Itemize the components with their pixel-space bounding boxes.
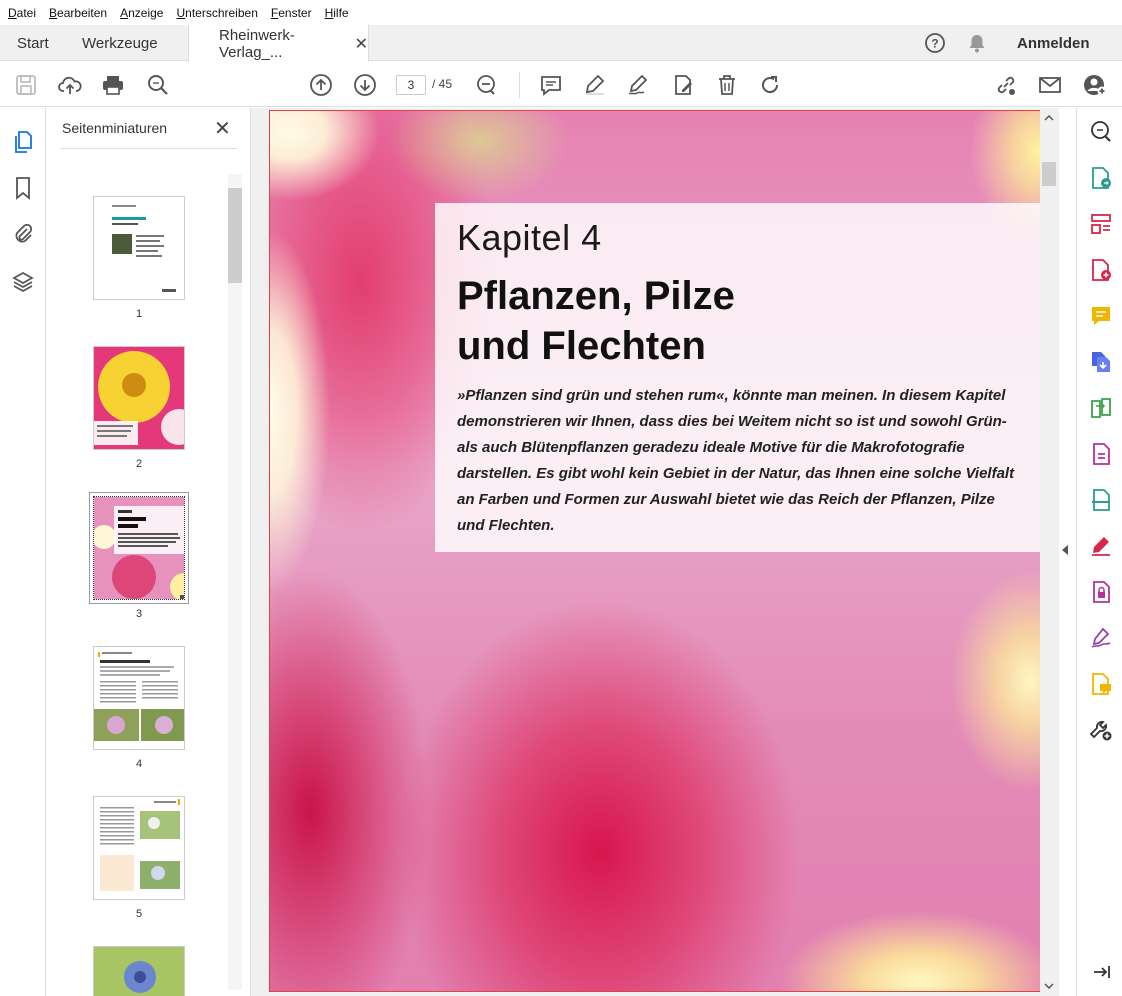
- left-nav-rail: [0, 108, 46, 996]
- layers-icon[interactable]: [11, 270, 35, 294]
- help-icon[interactable]: ?: [924, 25, 946, 61]
- document-viewer: Kapitel 4 Pflanzen, Pilze und Flechten »…: [251, 108, 1059, 996]
- thumbnail-page-1[interactable]: [93, 196, 185, 300]
- page-number-input[interactable]: 3: [396, 75, 426, 95]
- menu-datei[interactable]: Datei: [8, 6, 36, 20]
- rotate-icon[interactable]: [757, 72, 783, 98]
- thumbnail-page-6[interactable]: [93, 946, 185, 996]
- chapter-title-line-1: Pflanzen, Pilze: [457, 274, 735, 318]
- send-for-signature-icon[interactable]: [1089, 626, 1113, 650]
- menu-unterschreiben[interactable]: Unterschreiben: [176, 6, 257, 20]
- tab-bar: Start Werkzeuge Rheinwerk-Verlag_... ✕ ?…: [0, 25, 1122, 62]
- tab-tools-label: Werkzeuge: [82, 34, 158, 52]
- thumbnail-page-5[interactable]: [93, 796, 185, 900]
- thumbnails-scrollbar[interactable]: [228, 174, 242, 990]
- thumbnail-label-2: 2: [135, 458, 143, 470]
- chapter-title: Pflanzen, Pilze und Flechten: [457, 271, 1020, 371]
- thumbnail-page-3[interactable]: [89, 492, 189, 604]
- pdf-page: Kapitel 4 Pflanzen, Pilze und Flechten »…: [269, 110, 1041, 992]
- sign-pen-icon[interactable]: [625, 72, 651, 98]
- send-for-comments-icon[interactable]: [1089, 672, 1113, 696]
- chapter-number: Kapitel 4: [457, 217, 602, 258]
- comment-icon[interactable]: [538, 72, 564, 98]
- more-tools-icon[interactable]: [1089, 718, 1113, 742]
- tab-document[interactable]: Rheinwerk-Verlag_... ✕: [188, 25, 369, 62]
- chapter-intro: »Pflanzen sind grün und stehen rum«, kön…: [457, 387, 1015, 534]
- menu-fenster[interactable]: Fenster: [271, 6, 312, 20]
- tab-document-label: Rheinwerk-Verlag_...: [219, 26, 295, 61]
- thumbnails-title: Seitenminiaturen: [62, 120, 168, 136]
- highlight-icon[interactable]: [582, 72, 608, 98]
- toolbar-divider: [519, 72, 520, 98]
- protect-pdf-icon[interactable]: [1089, 580, 1113, 604]
- comment-tool-icon[interactable]: [1089, 304, 1113, 328]
- bookmarks-icon[interactable]: [11, 176, 35, 200]
- next-page-icon[interactable]: [352, 72, 378, 98]
- collapse-tools-icon[interactable]: [1089, 960, 1113, 984]
- thumbnails-panel: Seitenminiaturen ✕ 1 2 3 4 5: [46, 108, 251, 996]
- chapter-title-line-2: und Flechten: [457, 324, 706, 368]
- menu-anzeige[interactable]: Anzeige: [120, 6, 163, 20]
- tab-start-label: Start: [17, 34, 49, 52]
- add-user-icon[interactable]: [1082, 72, 1108, 98]
- expand-right-panel-icon[interactable]: [1062, 545, 1068, 555]
- document-scrollbar[interactable]: [1040, 108, 1058, 996]
- thumbnail-page-4[interactable]: [93, 646, 185, 750]
- page-thumbnails-icon[interactable]: [11, 130, 35, 154]
- delete-icon[interactable]: [714, 72, 740, 98]
- zoom-search-icon[interactable]: [1089, 120, 1113, 144]
- thumbnail-label-4: 4: [135, 758, 143, 770]
- previous-page-icon[interactable]: [308, 72, 334, 98]
- page-count: / 45: [432, 77, 453, 91]
- thumbnails-scroll-thumb[interactable]: [228, 188, 242, 283]
- share-link-icon[interactable]: [993, 72, 1019, 98]
- close-tab-icon[interactable]: ✕: [355, 34, 368, 54]
- tab-start[interactable]: Start: [17, 25, 49, 61]
- tools-rail: [1076, 108, 1122, 996]
- email-icon[interactable]: [1037, 72, 1063, 98]
- edit-pdf-icon[interactable]: [1089, 442, 1113, 466]
- zoom-icon[interactable]: [473, 72, 499, 98]
- cloud-upload-icon[interactable]: [57, 72, 83, 98]
- signin-button[interactable]: Anmelden: [1017, 25, 1090, 61]
- scan-ocr-icon[interactable]: [1089, 488, 1113, 512]
- panel-divider: [60, 148, 237, 149]
- print-icon[interactable]: [100, 72, 126, 98]
- close-panel-icon[interactable]: ✕: [214, 116, 231, 141]
- compare-files-icon[interactable]: [1089, 396, 1113, 420]
- thumbnail-label-1: 1: [135, 308, 143, 320]
- chapter-caption-box: Kapitel 4 Pflanzen, Pilze und Flechten »…: [435, 203, 1040, 552]
- organize-pages-icon[interactable]: [1089, 212, 1113, 236]
- notification-bell-icon[interactable]: [966, 25, 988, 61]
- tab-tools[interactable]: Werkzeuge: [82, 25, 158, 61]
- fill-sign-icon[interactable]: [670, 72, 696, 98]
- svg-text:?: ?: [931, 37, 938, 51]
- menu-hilfe[interactable]: Hilfe: [325, 6, 349, 20]
- attachments-icon[interactable]: [11, 222, 35, 246]
- thumbnail-label-3: 3: [135, 608, 143, 620]
- main-toolbar: 3 / 45: [0, 62, 1122, 107]
- menu-bearbeiten[interactable]: Bearbeiten: [49, 6, 107, 20]
- create-pdf-icon[interactable]: [1089, 258, 1113, 282]
- search-icon[interactable]: [145, 72, 171, 98]
- save-icon[interactable]: [13, 72, 39, 98]
- fill-sign-tool-icon[interactable]: [1089, 534, 1113, 558]
- export-pdf-icon[interactable]: [1089, 166, 1113, 190]
- thumbnail-label-5: 5: [135, 908, 143, 920]
- thumbnail-page-2[interactable]: [93, 346, 185, 450]
- document-scroll-thumb[interactable]: [1042, 162, 1056, 186]
- combine-files-icon[interactable]: [1089, 350, 1113, 374]
- menu-bar: Datei Bearbeiten Anzeige Unterschreiben …: [0, 0, 1122, 25]
